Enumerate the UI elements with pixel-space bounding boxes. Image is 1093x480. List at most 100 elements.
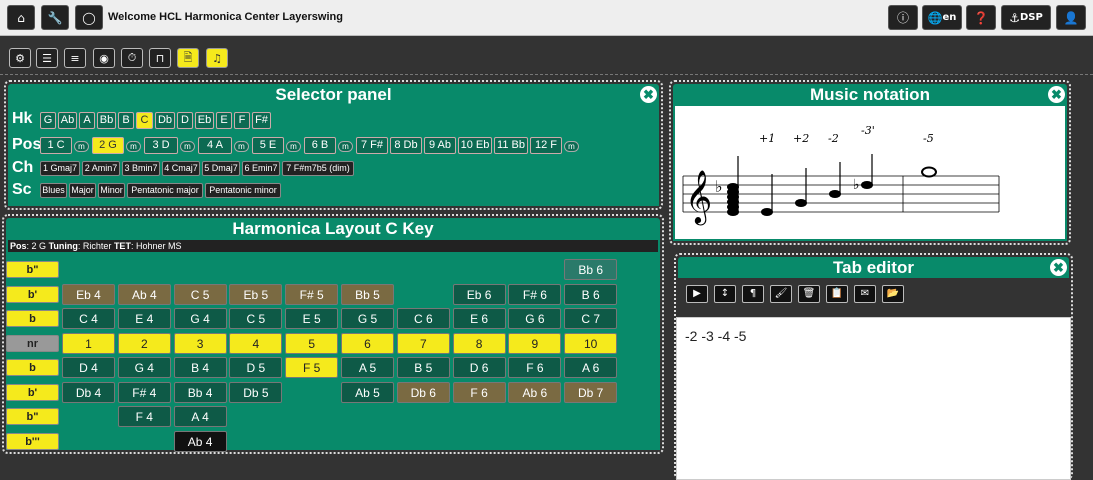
position-11[interactable]: 11 Bb [494,137,528,154]
key-A[interactable]: A [79,112,95,129]
note-cell[interactable]: E 5 [285,308,339,329]
note-cell[interactable]: E 4 [117,308,171,329]
scale-pentatonic-minor[interactable]: Pentatonic minor [205,183,281,198]
note-cell[interactable]: Eb 6 [452,284,506,305]
dsp-button[interactable]: ⚓ DSP [1001,5,1051,30]
row-label[interactable]: b [6,359,59,376]
key-C[interactable]: C [136,112,153,129]
note-cell[interactable]: C 7 [564,308,618,329]
play-button[interactable]: ▶ [686,285,708,303]
note-cell[interactable]: Eb 4 [62,284,115,305]
hole-number[interactable]: 3 [173,333,227,354]
mail-button[interactable]: ✉ [854,285,876,303]
scale-minor[interactable]: Minor [98,183,125,198]
key-D[interactable]: D [177,112,193,129]
key-F[interactable]: F [234,112,250,129]
note-cell[interactable]: G 4 [117,357,171,378]
note-cell[interactable]: F# 6 [508,284,562,305]
wave-button[interactable]: ⊓ [149,48,171,68]
open-button[interactable]: 📂 [882,285,904,303]
chord-4[interactable]: 4 Cmaj7 [162,161,200,176]
delete-button[interactable]: 🗑 [798,285,820,303]
hole-number[interactable]: 4 [229,333,283,354]
note-cell[interactable]: G 4 [173,308,227,329]
position-2[interactable]: 2 G [92,137,124,154]
menu-button[interactable]: ☰ [36,48,58,68]
key-E[interactable]: E [216,112,232,129]
note-cell[interactable]: Ab 4 [117,284,171,305]
position-9[interactable]: 9 Ab [424,137,456,154]
note-cell[interactable]: B 5 [396,357,450,378]
brush-button[interactable]: 🖌 [770,285,792,303]
paste-button[interactable]: 📋 [826,285,848,303]
position-5-minor[interactable]: m [286,141,301,152]
note-cell[interactable]: Db 6 [396,382,450,403]
reload-button[interactable]: ◯ [75,5,103,30]
hole-number[interactable]: 2 [117,333,171,354]
scale-major[interactable]: Major [69,183,96,198]
notation-close-icon[interactable]: ✖ [1048,86,1065,103]
note-cell[interactable]: A 6 [564,357,618,378]
user-settings-button[interactable]: 👤 [1056,5,1086,30]
row-label[interactable]: b [6,310,59,327]
position-10[interactable]: 10 Eb [458,137,492,154]
note-cell[interactable]: C 6 [396,308,450,329]
key-Bb[interactable]: Bb [97,112,116,129]
key-Fsharp[interactable]: F# [252,112,271,129]
position-4[interactable]: 4 A [198,137,232,154]
note-cell[interactable]: Eb 5 [229,284,283,305]
tab-text-area[interactable]: -2 -3 -4 -5 [676,317,1071,480]
note-cell[interactable]: A 4 [173,406,227,427]
note-cell[interactable]: D 6 [452,357,506,378]
note-cell[interactable]: Db 7 [564,382,618,403]
note-cell[interactable]: Bb 6 [564,259,618,280]
position-6-minor[interactable]: m [338,141,353,152]
chord-3[interactable]: 3 Bmin7 [122,161,160,176]
note-cell[interactable]: C 5 [173,284,227,305]
note-cell[interactable]: D 5 [229,357,283,378]
language-button[interactable]: 🌐 en [922,5,962,30]
sliders-button[interactable]: ≡ [64,48,86,68]
position-1-minor[interactable]: m [74,141,89,152]
note-cell[interactable]: G 5 [341,308,394,329]
hole-number[interactable]: 8 [452,333,506,354]
row-label[interactable]: nr [6,335,59,352]
row-label[interactable]: b''' [6,433,59,450]
note-cell[interactable]: F# 5 [285,284,339,305]
hole-number[interactable]: 7 [396,333,450,354]
timer-button[interactable]: ⏱ [121,48,143,68]
chord-2[interactable]: 2 Amin7 [82,161,120,176]
key-Ab[interactable]: Ab [58,112,77,129]
position-8[interactable]: 8 Db [390,137,422,154]
position-1[interactable]: 1 C [40,137,72,154]
row-label[interactable]: b' [6,384,59,401]
chord-7[interactable]: 7 F#m7b5 (dim) [282,161,354,176]
row-label[interactable]: b' [6,286,59,303]
info-button[interactable]: ⓘ [888,5,918,30]
note-cell[interactable]: A 5 [341,357,394,378]
home-button[interactable]: ⌂ [7,5,35,30]
position-12[interactable]: 12 F [530,137,562,154]
note-cell[interactable]: Ab 5 [341,382,394,403]
hole-number[interactable]: 1 [62,333,115,354]
note-cell[interactable]: F# 4 [117,382,171,403]
key-Eb[interactable]: Eb [195,112,214,129]
help-button[interactable]: ❓ [966,5,996,30]
hide-button[interactable]: ◉ [93,48,115,68]
key-Db[interactable]: Db [155,112,175,129]
note-cell[interactable]: Db 5 [229,382,283,403]
note-cell[interactable]: Ab 4 [173,431,227,452]
note-cell[interactable]: G 6 [508,308,562,329]
note-cell[interactable]: Bb 4 [173,382,227,403]
scale-pentatonic-major[interactable]: Pentatonic major [127,183,203,198]
note-cell[interactable]: B 6 [564,284,618,305]
note-cell[interactable]: B 4 [173,357,227,378]
position-6[interactable]: 6 B [304,137,336,154]
note-cell[interactable]: Db 4 [62,382,115,403]
gears-button[interactable]: ⚙ [9,48,31,68]
note-cell[interactable]: F 6 [508,357,562,378]
tab-editor-close-icon[interactable]: ✖ [1050,259,1067,276]
notes-button[interactable]: 🗎 [177,48,199,68]
position-4-minor[interactable]: m [234,141,249,152]
row-label[interactable]: b" [6,261,59,278]
